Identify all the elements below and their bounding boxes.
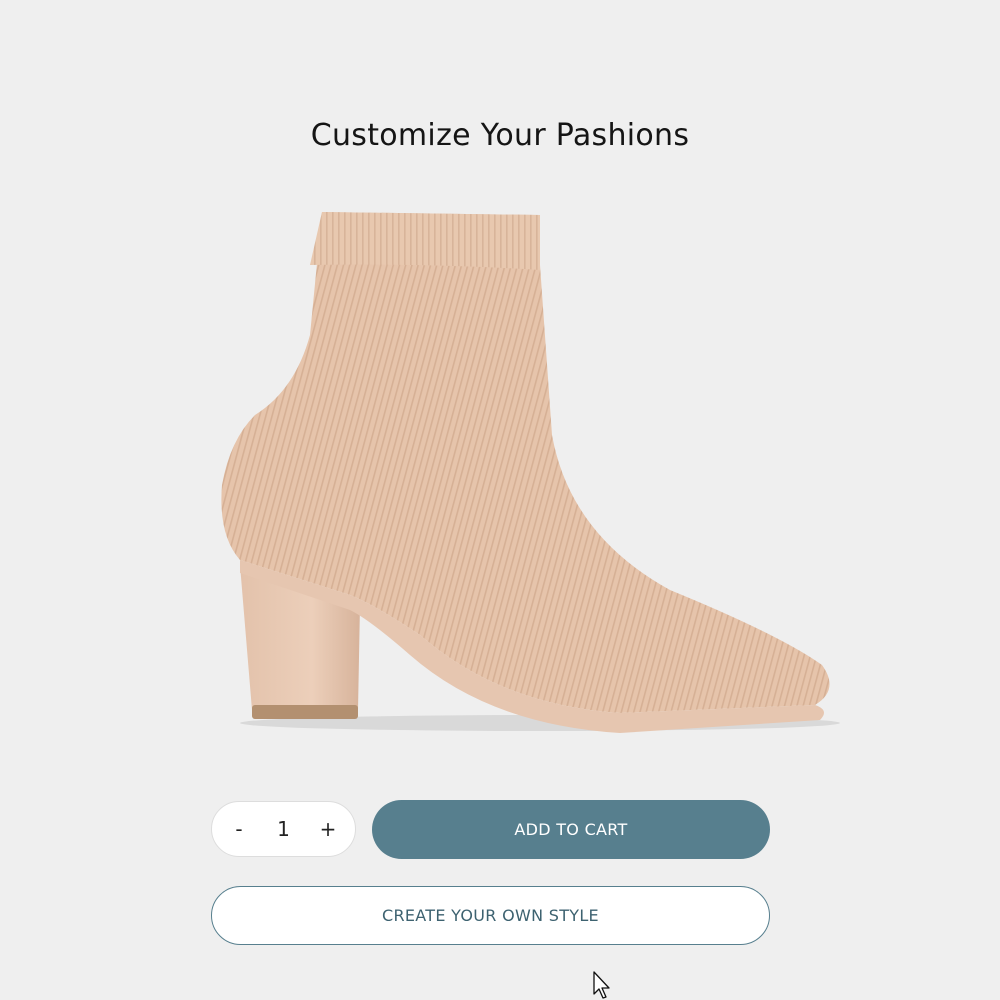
- decrement-button[interactable]: -: [224, 809, 254, 849]
- page-title: Customize Your Pashions: [310, 118, 690, 154]
- create-your-own-style-button[interactable]: CREATE YOUR OWN STYLE: [211, 886, 770, 945]
- ankle-boot-image: [221, 212, 840, 733]
- mouse-pointer-icon: [593, 971, 610, 999]
- increment-button[interactable]: +: [313, 809, 343, 849]
- add-to-cart-button[interactable]: ADD TO CART: [372, 800, 770, 859]
- quantity-stepper: - 1 +: [211, 801, 356, 857]
- page: Customize Your Pashions - 1 + ADD TO CAR…: [0, 0, 1000, 1000]
- quantity-value[interactable]: 1: [264, 817, 304, 841]
